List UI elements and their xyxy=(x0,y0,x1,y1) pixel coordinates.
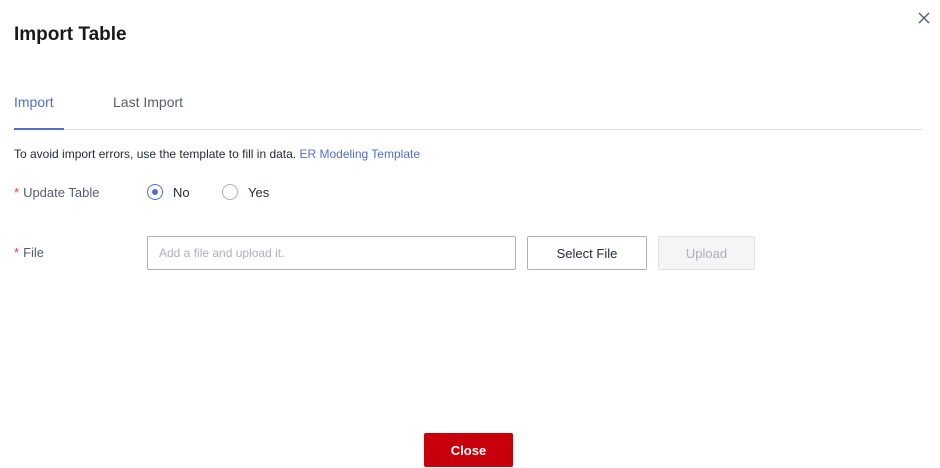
template-hint-text: To avoid import errors, use the template… xyxy=(14,147,297,161)
radio-yes[interactable]: Yes xyxy=(222,184,269,200)
close-icon[interactable] xyxy=(914,8,934,28)
dialog-title: Import Table xyxy=(14,24,127,45)
radio-yes-label: Yes xyxy=(248,184,270,200)
upload-button[interactable]: Upload xyxy=(658,236,755,270)
tab-last-import-label: Last Import xyxy=(113,94,184,110)
close-button[interactable]: Close xyxy=(424,433,513,467)
required-mark: * xyxy=(14,245,20,260)
tab-bar: Import Last Import xyxy=(14,90,922,130)
tab-import[interactable]: Import xyxy=(14,94,54,110)
file-label: * File xyxy=(14,245,44,260)
required-mark: * xyxy=(14,185,20,200)
radio-yes-circle[interactable] xyxy=(222,184,238,200)
template-hint: To avoid import errors, use the template… xyxy=(14,147,420,161)
file-input[interactable] xyxy=(147,236,516,270)
active-tab-indicator xyxy=(14,128,64,130)
tab-last-import[interactable]: Last Import xyxy=(113,94,183,110)
import-table-dialog: Import Table Import Last Import To avoid… xyxy=(0,0,940,468)
er-modeling-template-link[interactable]: ER Modeling Template xyxy=(299,147,420,161)
select-file-button[interactable]: Select File xyxy=(527,236,647,270)
radio-no-label: No xyxy=(173,184,190,200)
tab-import-label: Import xyxy=(14,94,54,110)
file-label-text: File xyxy=(23,245,45,260)
radio-no-circle[interactable] xyxy=(147,184,163,200)
update-table-label: * Update Table xyxy=(14,185,99,200)
update-table-label-text: Update Table xyxy=(23,185,100,200)
radio-no[interactable]: No xyxy=(147,184,190,200)
